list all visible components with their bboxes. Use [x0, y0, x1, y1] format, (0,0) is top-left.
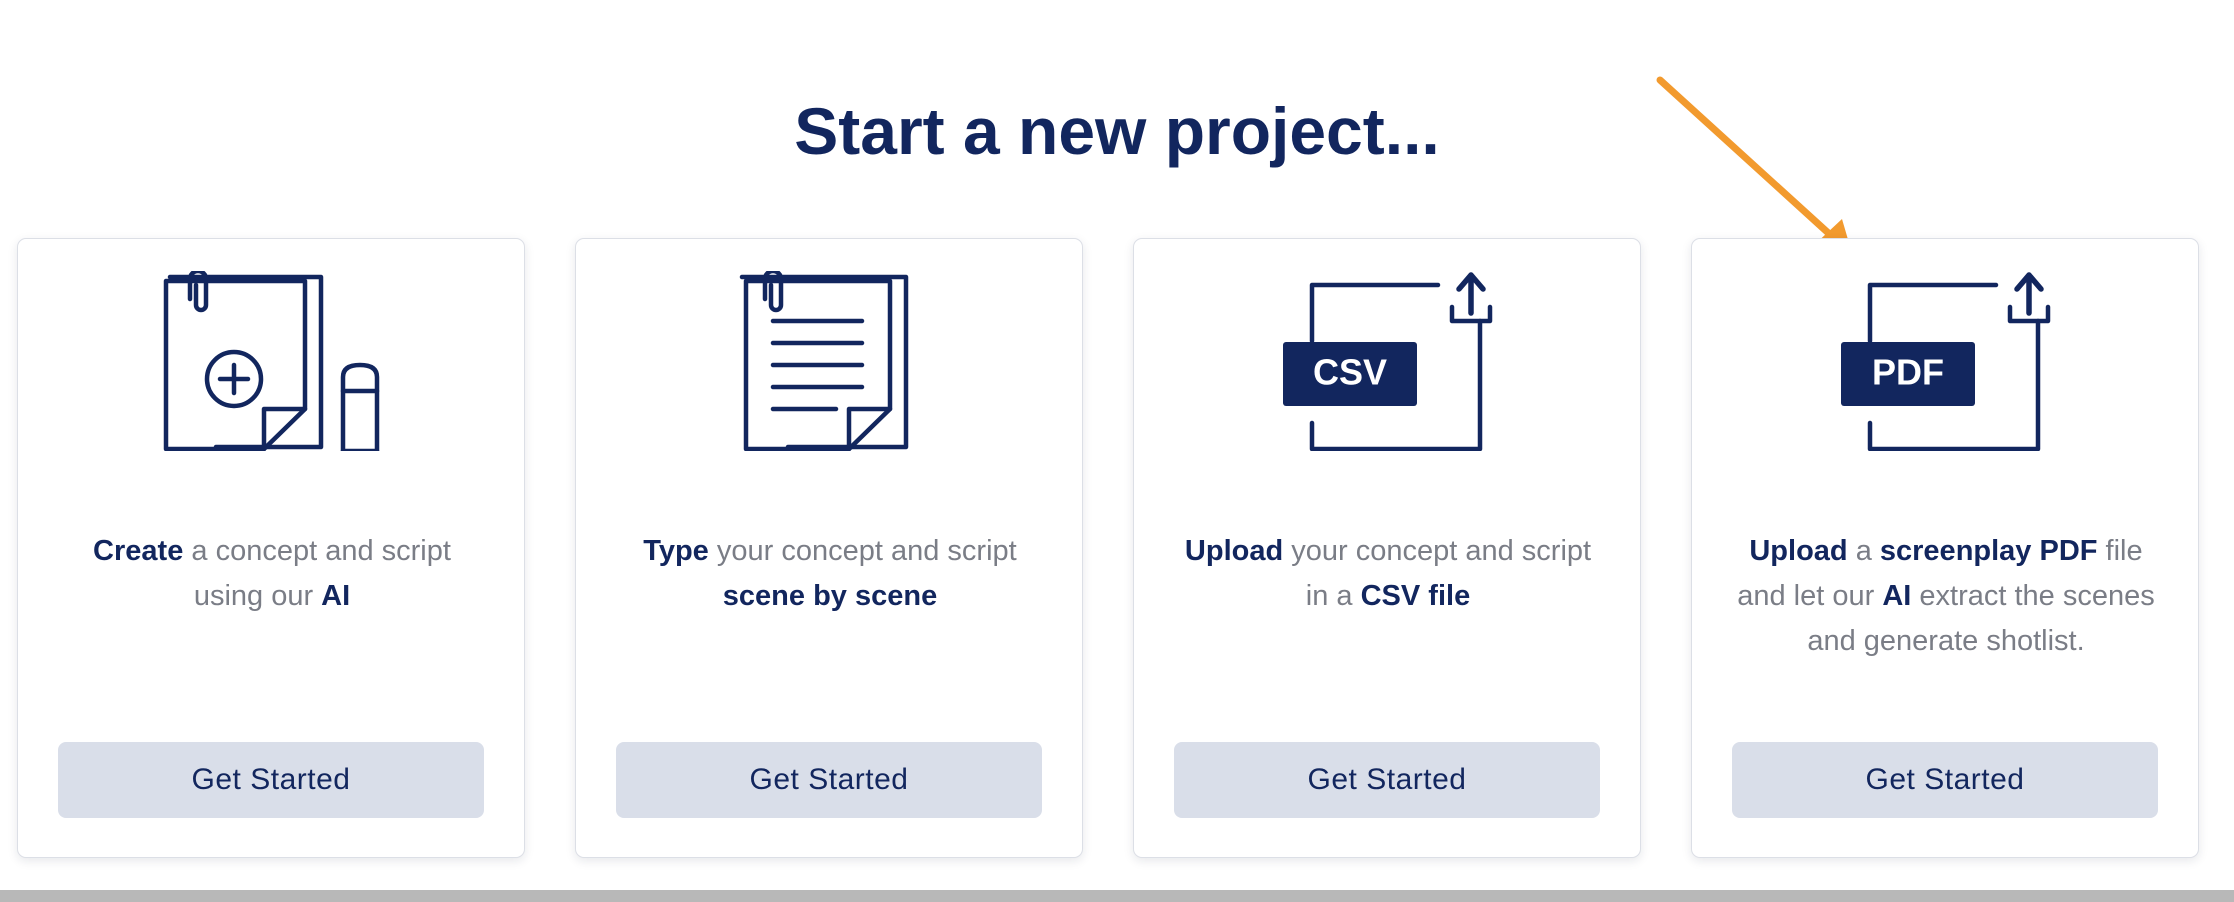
page-title: Start a new project... [794, 94, 1440, 168]
card-create-with-ai: Create a concept and script using our AI… [17, 238, 525, 858]
get-started-button[interactable]: Get Started [1174, 742, 1600, 818]
card-description: Type your concept and script scene by sc… [616, 529, 1044, 619]
description-text: your concept and script [708, 535, 1017, 567]
csv-upload-icon: CSV [1283, 272, 1493, 451]
description-emphasis: Upload [1749, 535, 1848, 567]
description-emphasis: scene by scene [722, 580, 938, 612]
card-upload-csv: CSV Upload your concept and script in a … [1133, 238, 1641, 858]
get-started-button[interactable]: Get Started [616, 742, 1042, 818]
card-description: Upload a screenplay PDF file and let our… [1732, 529, 2160, 664]
lined-document-icon [739, 271, 909, 451]
card-type-scene-by-scene: Type your concept and script scene by sc… [575, 238, 1083, 858]
card-description: Upload your concept and script in a CSV … [1174, 529, 1602, 619]
description-emphasis: Upload [1184, 535, 1284, 567]
description-text: a concept and script using our [183, 535, 451, 612]
pdf-upload-icon: PDF [1841, 272, 2051, 451]
description-emphasis: Create [93, 535, 184, 567]
document-add-pencil-icon [163, 271, 380, 451]
description-emphasis: Type [643, 535, 709, 567]
description-text: a [1847, 535, 1880, 567]
description-emphasis: CSV file [1360, 580, 1471, 612]
bottom-scroll-bar [0, 890, 2234, 902]
card-upload-screenplay-pdf: PDF Upload a screenplay PDF file and let… [1691, 238, 2199, 858]
pdf-badge-text: PDF [1872, 352, 1944, 393]
get-started-button[interactable]: Get Started [1732, 742, 2158, 818]
description-emphasis: screenplay PDF [1879, 535, 2098, 567]
csv-badge-text: CSV [1313, 352, 1387, 393]
get-started-button[interactable]: Get Started [58, 742, 484, 818]
card-description: Create a concept and script using our AI [58, 529, 486, 619]
description-emphasis: AI [1882, 580, 1912, 612]
description-emphasis: AI [321, 580, 351, 612]
